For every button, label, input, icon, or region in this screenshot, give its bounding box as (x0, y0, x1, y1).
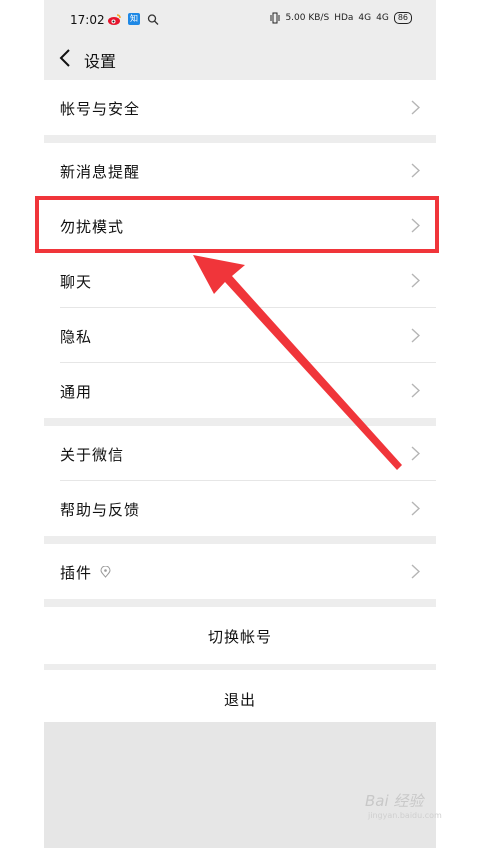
group-about: 关于微信 帮助与反馈 (44, 426, 436, 536)
empty-area (44, 722, 436, 848)
row-new-message-alerts[interactable]: 新消息提醒 (44, 143, 436, 198)
status-indicators: 5.00 KB/S HDa 4G 4G 86 (270, 12, 412, 24)
logout-button[interactable]: 退出 (44, 670, 436, 727)
header-bar: 设置 (44, 40, 436, 80)
chevron-right-icon (411, 446, 420, 461)
hd-indicator: HDa (334, 13, 354, 23)
row-chat[interactable]: 聊天 (44, 253, 436, 308)
chevron-right-icon (411, 564, 420, 579)
chevron-right-icon (411, 328, 420, 343)
row-account-security[interactable]: 帐号与安全 (44, 80, 436, 135)
chevron-right-icon (411, 383, 420, 398)
search-icon (147, 14, 159, 25)
row-label: 通用 (60, 383, 93, 401)
back-arrow-icon[interactable] (57, 47, 75, 69)
row-label: 聊天 (60, 273, 93, 291)
row-general[interactable]: 通用 (44, 363, 436, 418)
button-label: 退出 (223, 691, 256, 709)
row-plugins[interactable]: 插件 (44, 544, 436, 599)
group-switch-account: 切换帐号 (44, 607, 436, 664)
row-label: 插件 (60, 564, 93, 582)
signal-1: 4G (358, 13, 372, 23)
watermark-logo: Bai 经验 (365, 792, 424, 810)
row-help-feedback[interactable]: 帮助与反馈 (44, 481, 436, 536)
switch-account-button[interactable]: 切换帐号 (44, 607, 436, 664)
chevron-right-icon (411, 273, 420, 288)
group-plugins: 插件 (44, 544, 436, 599)
group-logout: 退出 (44, 670, 436, 727)
row-label: 新消息提醒 (60, 163, 141, 181)
row-label: 帮助与反馈 (60, 501, 141, 519)
row-about-wechat[interactable]: 关于微信 (44, 426, 436, 481)
weibo-icon (108, 14, 121, 25)
page-title: 设置 (84, 52, 117, 71)
status-time: 17:02 (70, 13, 105, 27)
button-label: 切换帐号 (207, 628, 272, 646)
network-speed: 5.00 KB/S (285, 13, 330, 23)
chevron-right-icon (411, 163, 420, 178)
row-label: 帐号与安全 (60, 100, 141, 118)
chevron-right-icon (411, 100, 420, 115)
signal-2: 4G (376, 13, 389, 23)
location-pin-icon (100, 566, 111, 578)
settings-screen: 17:02 知 5.00 KB/S HDa 4G 4G 86 设置 帐号与安全 (44, 0, 436, 848)
row-label: 隐私 (60, 328, 93, 346)
status-bar: 17:02 知 5.00 KB/S HDa 4G 4G 86 (44, 0, 436, 40)
row-label: 关于微信 (60, 446, 125, 464)
group-preferences: 新消息提醒 勿扰模式 聊天 隐私 通用 (44, 143, 436, 418)
vibrate-icon (270, 12, 280, 24)
row-privacy[interactable]: 隐私 (44, 308, 436, 363)
watermark-url: jingyan.baidu.com (368, 811, 442, 820)
zhihu-icon: 知 (128, 13, 140, 25)
highlight-box (35, 196, 439, 253)
group-account: 帐号与安全 (44, 80, 436, 135)
battery-icon: 86 (393, 12, 412, 24)
chevron-right-icon (411, 501, 420, 516)
